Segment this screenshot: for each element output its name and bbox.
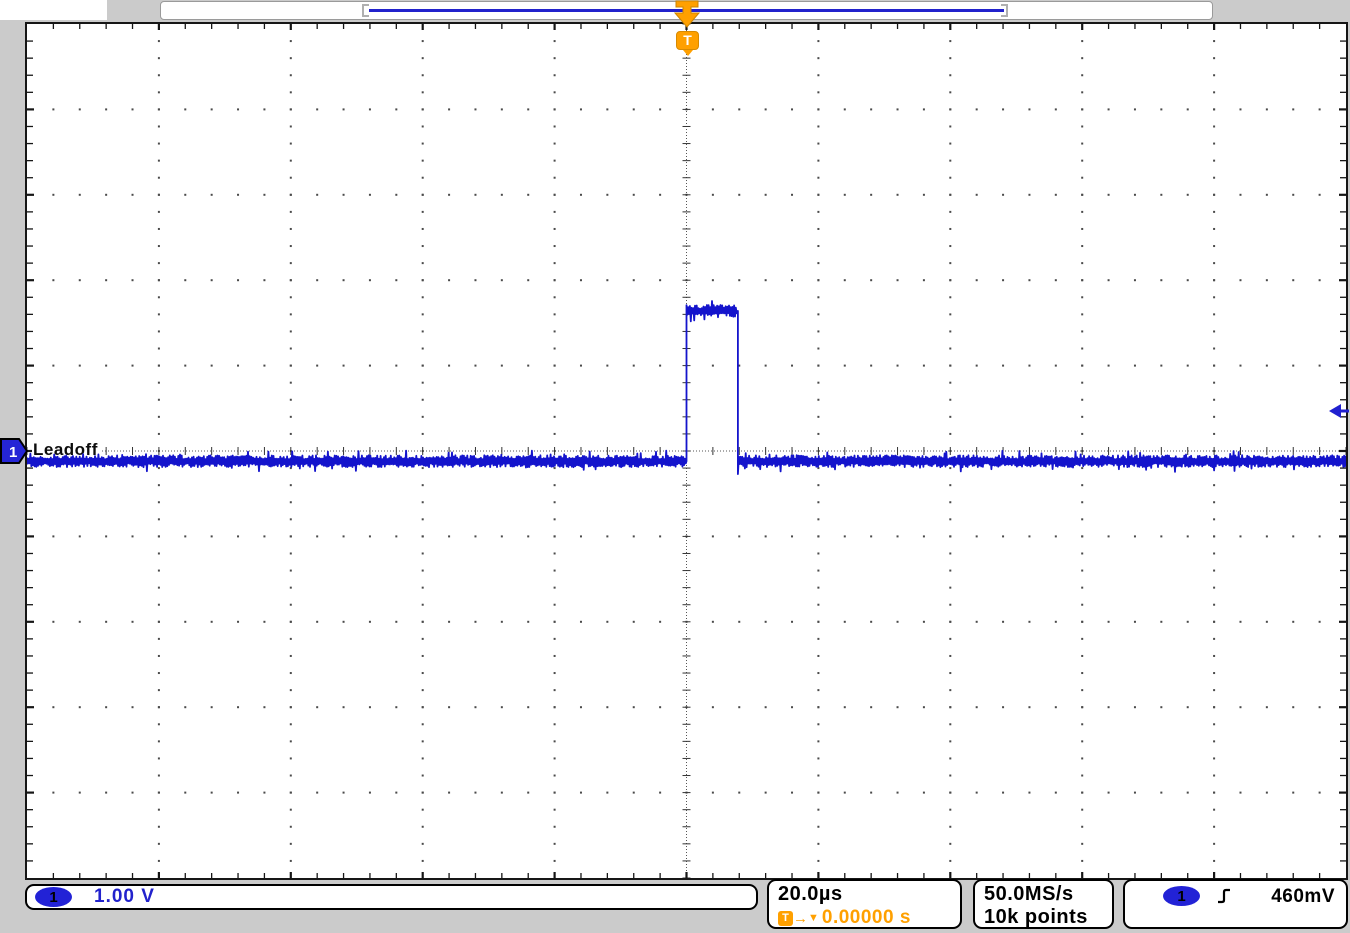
acquisition-readout: 50.0MS/s 10k points (973, 879, 1114, 929)
ch1-scale-readout: 1 1.00 V (25, 884, 758, 910)
ch1-scale-value: 1.00 V (94, 886, 155, 908)
sample-rate-value: 50.0MS/s (984, 883, 1112, 906)
trigger-position-icon: ▼ (808, 911, 819, 926)
trigger-level-value: 460mV (1271, 886, 1335, 908)
trigger-position-marker-icon (671, 0, 703, 29)
timebase-scale-value: 20.0µs (778, 884, 960, 905)
record-window-bracket-left (362, 4, 369, 17)
trigger-readout: 1 460mV (1123, 879, 1348, 929)
top-bar-left-blank (0, 0, 107, 20)
trigger-position-badge: T (676, 31, 699, 50)
oscilloscope-screen: { "colors": { "ch1_blue": "#1414cc", "re… (0, 0, 1350, 933)
svg-text:1: 1 (9, 444, 17, 461)
ch1-badge-number: 1 (49, 889, 57, 906)
trigger-source-badge: 1 (1163, 886, 1200, 906)
trigger-level-marker-icon (1328, 403, 1349, 419)
ch1-badge: 1 (35, 887, 72, 907)
record-length-value: 10k points (984, 906, 1112, 929)
arrow-right-icon: → (793, 911, 808, 926)
ch1-trace (27, 24, 1346, 878)
rising-edge-icon (1217, 887, 1233, 905)
trigger-time-value: 0.00000 s (822, 907, 911, 929)
record-window-bracket-right (1001, 4, 1008, 17)
trigger-source-number: 1 (1177, 888, 1185, 905)
trigger-position-badge-tail (683, 50, 693, 56)
graticule: Leadoff T (25, 22, 1348, 880)
trigger-t-icon: T (778, 911, 793, 926)
timebase-readout: 20.0µs T → ▼ 0.00000 s (767, 879, 962, 929)
ch1-position-marker: 1 (0, 438, 29, 464)
